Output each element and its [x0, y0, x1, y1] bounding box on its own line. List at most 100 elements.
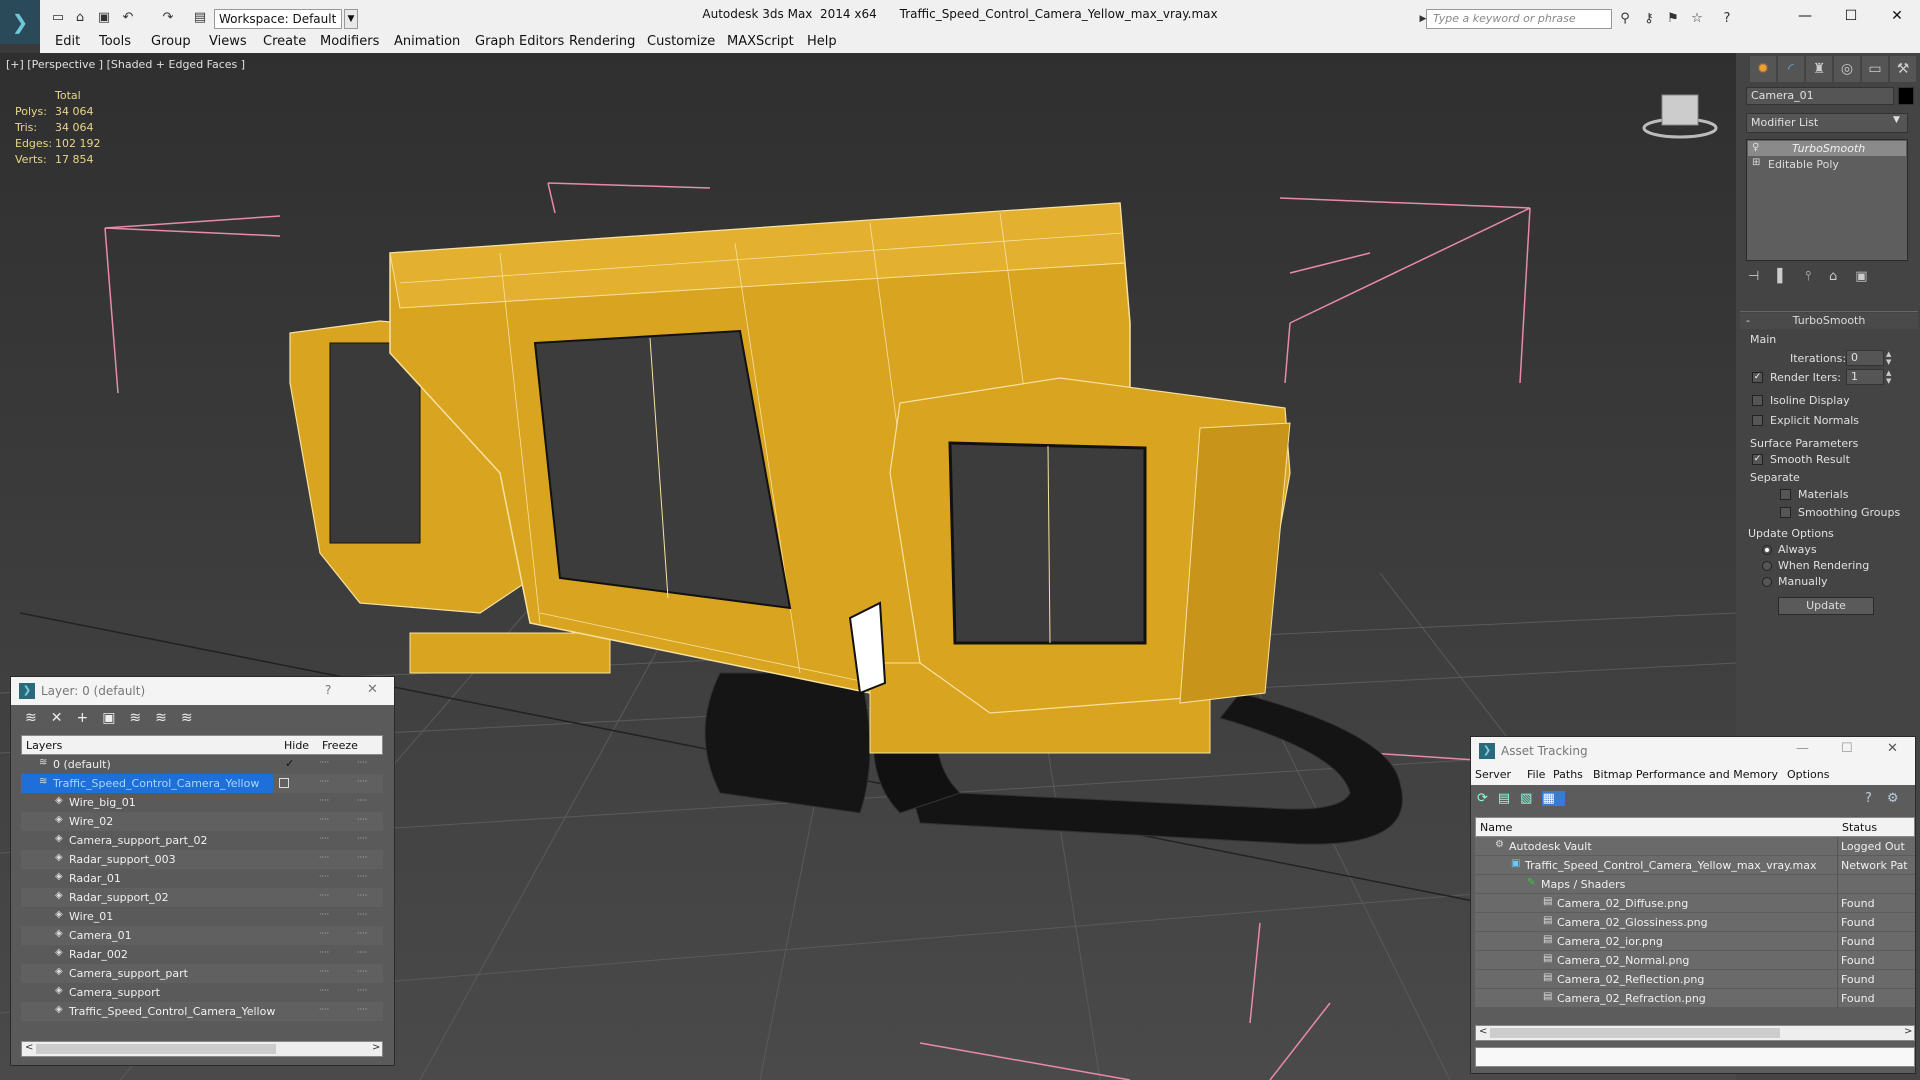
asset-view-toolbar[interactable]: ⟳▤▧▦	[1477, 791, 1577, 809]
stack-item-editable-poly[interactable]: ⊞ Editable Poly	[1748, 157, 1906, 172]
menu-create[interactable]: Create	[263, 34, 306, 49]
update-always-radio[interactable]	[1762, 545, 1772, 555]
create-tab-icon[interactable]: ✹	[1750, 56, 1776, 82]
search-input[interactable]: Type a keyword or phrase	[1426, 9, 1612, 29]
layer-row[interactable]: ≋ 0 (default) ✓ ···· ····	[21, 755, 383, 774]
hierarchy-tab-icon[interactable]: ♜	[1806, 56, 1832, 82]
key-icon[interactable]: ⚷	[1640, 10, 1658, 28]
hide-toggle[interactable]: ····	[319, 796, 329, 805]
turbosmooth-rollout-header[interactable]: - TurboSmooth	[1740, 313, 1918, 329]
menu-bitmap-performance[interactable]: Bitmap Performance and Memory	[1593, 768, 1778, 781]
freeze-toggle[interactable]: ····	[357, 910, 367, 919]
asset-row[interactable]: ▤ Camera_02_Normal.png Found	[1475, 951, 1915, 970]
freeze-toggle[interactable]: ····	[357, 1005, 367, 1014]
layer-row[interactable]: ◈ Camera_support_part_02 ···· ····	[21, 831, 383, 850]
set-current-checkbox[interactable]	[279, 778, 289, 788]
asset-scrollbar[interactable]: < >	[1475, 1025, 1915, 1041]
iterations-spinner[interactable]: 0	[1846, 350, 1884, 366]
freeze-toggle[interactable]: ····	[357, 967, 367, 976]
freeze-toggle[interactable]: ····	[357, 777, 367, 786]
asset-row[interactable]: ⚙ Autodesk Vault Logged Out	[1475, 837, 1915, 856]
asset-row[interactable]: ▣ Traffic_Speed_Control_Camera_Yellow_max…	[1475, 856, 1915, 875]
menu-help[interactable]: Help	[807, 34, 837, 49]
freeze-toggle[interactable]: ····	[357, 758, 367, 767]
layer-row[interactable]: ◈ Radar_support_02 ···· ····	[21, 888, 383, 907]
hide-toggle[interactable]: ····	[319, 1005, 329, 1014]
minimize-icon[interactable]: —	[1782, 4, 1828, 28]
expand-icon[interactable]: ⊞	[1752, 157, 1760, 168]
asset-row[interactable]: ▤ Camera_02_Glossiness.png Found	[1475, 913, 1915, 932]
spinner-arrows-icon[interactable]: ▲ ▼	[1886, 350, 1891, 366]
scroll-thumb[interactable]	[36, 1044, 276, 1054]
hide-toggle[interactable]: ····	[319, 948, 329, 957]
asset-row[interactable]: ▤ Camera_02_Diffuse.png Found	[1475, 894, 1915, 913]
freeze-toggle[interactable]: ····	[357, 834, 367, 843]
motion-tab-icon[interactable]: ◎	[1834, 56, 1860, 82]
smooth-result-checkbox[interactable]: ✓	[1752, 454, 1763, 465]
help-icon[interactable]: ?	[1865, 791, 1872, 806]
freeze-toggle[interactable]: ····	[357, 796, 367, 805]
layer-row[interactable]: ◈ Camera_support_part ···· ····	[21, 964, 383, 983]
menu-views[interactable]: Views	[209, 34, 247, 49]
hide-toggle[interactable]: ····	[319, 815, 329, 824]
menu-group[interactable]: Group	[151, 34, 191, 49]
update-button[interactable]: Update	[1778, 597, 1874, 615]
asset-row[interactable]: ▤ Camera_02_Reflection.png Found	[1475, 970, 1915, 989]
maximize-icon[interactable]: ☐	[1828, 4, 1874, 28]
menu-graph-editors[interactable]: Graph Editors	[475, 34, 564, 49]
close-icon[interactable]: ✕	[367, 682, 378, 697]
hide-toggle[interactable]: ····	[319, 853, 329, 862]
layer-row[interactable]: ◈ Radar_support_003 ···· ····	[21, 850, 383, 869]
freeze-toggle[interactable]: ····	[357, 929, 367, 938]
layer-row[interactable]: ◈ Wire_02 ···· ····	[21, 812, 383, 831]
scroll-right-icon[interactable]: >	[372, 1042, 380, 1053]
close-icon[interactable]: ✕	[1874, 4, 1920, 28]
layer-row[interactable]: ◈ Radar_01 ···· ····	[21, 869, 383, 888]
materials-checkbox[interactable]	[1780, 489, 1791, 500]
chevron-down-icon[interactable]: ▼	[1893, 115, 1900, 125]
render-iters-checkbox[interactable]: ✓	[1752, 372, 1763, 383]
object-color-swatch[interactable]	[1898, 87, 1914, 105]
asset-row[interactable]: ▤ Camera_02_Refraction.png Found	[1475, 989, 1915, 1008]
modify-tab-icon[interactable]: ◜	[1778, 56, 1804, 82]
hide-toggle[interactable]: ····	[319, 986, 329, 995]
hide-toggle[interactable]: ····	[319, 891, 329, 900]
hide-toggle[interactable]: ····	[319, 758, 329, 767]
maximize-icon[interactable]: ☐	[1841, 741, 1853, 756]
layer-row[interactable]: ◈ Traffic_Speed_Control_Camera_Yellow ····…	[21, 1002, 383, 1021]
layer-scrollbar[interactable]: < >	[21, 1041, 383, 1057]
scroll-right-icon[interactable]: >	[1904, 1026, 1912, 1037]
object-name-field[interactable]: Camera_01	[1746, 87, 1894, 105]
layer-row[interactable]: ◈ Wire_big_01 ···· ····	[21, 793, 383, 812]
layer-row[interactable]: ◈ Radar_002 ···· ····	[21, 945, 383, 964]
refresh-help-icon[interactable]: ⚙	[1887, 791, 1899, 806]
menu-customize[interactable]: Customize	[647, 34, 715, 49]
layer-row[interactable]: ≋ Traffic_Speed_Control_Camera_Yellow ····…	[21, 774, 383, 793]
smoothing-groups-checkbox[interactable]	[1780, 507, 1791, 518]
help-icon[interactable]: ?	[325, 683, 331, 697]
menu-edit[interactable]: Edit	[55, 34, 80, 49]
freeze-toggle[interactable]: ····	[357, 891, 367, 900]
star-icon[interactable]: ☆	[1688, 10, 1706, 28]
asset-row[interactable]: ✎ Maps / Shaders	[1475, 875, 1915, 894]
col-freeze[interactable]: Freeze	[322, 739, 358, 752]
scroll-left-icon[interactable]: <	[25, 1042, 33, 1053]
hide-toggle[interactable]: ····	[319, 777, 329, 786]
menu-file[interactable]: File	[1527, 768, 1545, 781]
table-view-icon[interactable]: ▦	[1542, 791, 1565, 806]
freeze-toggle[interactable]: ····	[357, 815, 367, 824]
menu-rendering[interactable]: Rendering	[569, 34, 635, 49]
col-status[interactable]: Status	[1842, 821, 1877, 834]
display-tab-icon[interactable]: ▭	[1862, 56, 1888, 82]
layer-toolbar[interactable]: ≋✕+▣≋≋≋	[25, 710, 385, 730]
hide-toggle[interactable]: ····	[319, 929, 329, 938]
isoline-display-checkbox[interactable]	[1752, 395, 1763, 406]
current-layer-check-icon[interactable]: ✓	[285, 757, 294, 770]
hide-toggle[interactable]: ····	[319, 872, 329, 881]
menu-tools[interactable]: Tools	[99, 34, 131, 49]
col-layers[interactable]: Layers	[26, 739, 62, 752]
layer-row[interactable]: ◈ Wire_01 ···· ····	[21, 907, 383, 926]
stack-item-turbosmooth[interactable]: ♀ TurboSmooth	[1748, 141, 1906, 156]
hide-toggle[interactable]: ····	[319, 967, 329, 976]
update-manually-radio[interactable]	[1762, 577, 1772, 587]
